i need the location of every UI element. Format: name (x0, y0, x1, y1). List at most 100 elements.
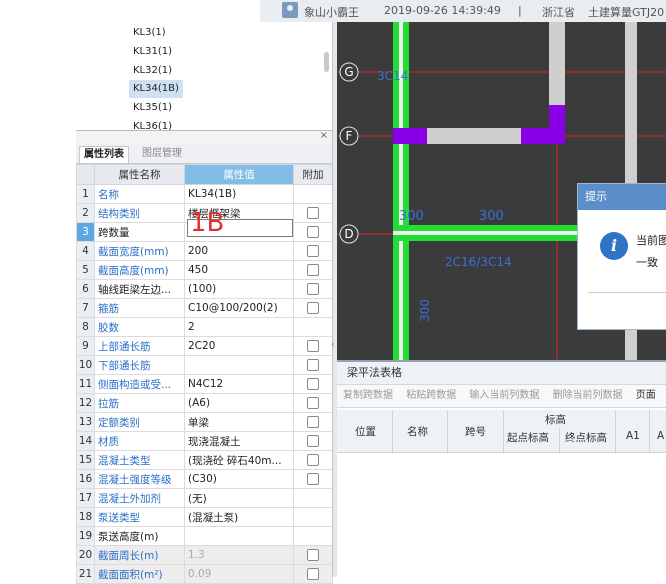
property-row[interactable]: 14 材质 现浇混凝土 (76, 431, 333, 451)
axis-label-d: D (344, 227, 353, 241)
property-name: 混凝土强度等级 (94, 469, 185, 489)
tab-property-list[interactable]: 属性列表 (79, 146, 129, 163)
row-number: 8 (76, 317, 95, 337)
axis-label-f: F (346, 129, 353, 143)
extra-checkbox[interactable] (307, 473, 319, 485)
row-number: 10 (76, 355, 95, 375)
extra-checkbox[interactable] (307, 245, 319, 257)
column-header-name: 属性名称 (94, 164, 185, 185)
property-value[interactable]: (混凝土泵) (184, 507, 294, 527)
property-row[interactable]: 11 侧面构造或受... N4C12 (76, 374, 333, 394)
tree-scrollbar[interactable] (324, 52, 329, 72)
property-value[interactable] (184, 355, 294, 375)
property-value[interactable]: KL34(1B) (184, 184, 294, 204)
property-value[interactable]: (C30) (184, 469, 294, 489)
property-extra-cell (293, 317, 333, 337)
tree-item[interactable]: KL35(1) (129, 99, 176, 117)
tab-layer-management[interactable]: 图层管理 (138, 146, 186, 162)
property-row[interactable]: 21 截面面积(m²) 0.09 (76, 564, 333, 584)
header-position: 位置 (355, 426, 376, 438)
user-avatar-icon (282, 2, 298, 18)
extra-checkbox[interactable] (307, 454, 319, 466)
dialog-message-line1: 当前图 (636, 234, 666, 247)
dim-label: 300 (479, 209, 504, 224)
property-extra-cell (293, 450, 333, 470)
property-value[interactable]: 1.3 (184, 545, 294, 565)
property-value[interactable]: (现浇砼 碎石40m... (184, 450, 294, 470)
tree-item[interactable]: KL32(1) (129, 62, 176, 80)
property-value[interactable]: N4C12 (184, 374, 294, 394)
tree-item[interactable]: KL36(1) (129, 118, 176, 130)
extra-checkbox[interactable] (307, 568, 319, 580)
property-row[interactable]: 19 泵送高度(m) (76, 526, 333, 546)
property-value[interactable]: 2 (184, 317, 294, 337)
property-value[interactable]: 现浇混凝土 (184, 431, 294, 451)
property-extra-cell (293, 507, 333, 527)
property-row[interactable]: 7 箍筋 C10@100/200(2) (76, 298, 333, 318)
extra-checkbox[interactable] (307, 397, 319, 409)
property-row[interactable]: 13 定额类别 单梁 (76, 412, 333, 432)
property-value[interactable]: (无) (184, 488, 294, 508)
timestamp: 2019-09-26 14:39:49 (384, 4, 501, 17)
extra-checkbox[interactable] (307, 378, 319, 390)
tree-item[interactable]: KL31(1) (129, 43, 176, 61)
beam-table-header: 位置 名称 跨号 标高 起点标高 终点标高 A1 A (337, 410, 666, 453)
property-row[interactable]: 16 混凝土强度等级 (C30) (76, 469, 333, 489)
row-number: 4 (76, 241, 95, 261)
property-row[interactable]: 4 截面宽度(mm) 200 (76, 241, 333, 261)
property-value[interactable]: C10@100/200(2) (184, 298, 294, 318)
extra-checkbox[interactable] (307, 359, 319, 371)
property-value[interactable]: (A6) (184, 393, 294, 413)
delete-column-button[interactable]: 删除当前列数据 (553, 385, 623, 407)
row-number: 17 (76, 488, 95, 508)
extra-checkbox[interactable] (307, 549, 319, 561)
row-number: 20 (76, 545, 95, 565)
property-name: 跨数量 (94, 222, 185, 242)
collapse-arrow-icon[interactable]: ‹ (331, 340, 335, 350)
property-row[interactable]: 10 下部通长筋 (76, 355, 333, 375)
property-value[interactable]: 450 (184, 260, 294, 280)
property-row[interactable]: 8 胶数 2 (76, 317, 333, 337)
copy-span-button[interactable]: 复制跨数据 (343, 385, 393, 407)
paste-span-button[interactable]: 粘贴跨数据 (406, 385, 456, 407)
extra-checkbox[interactable] (307, 416, 319, 428)
tree-item[interactable]: KL3(1) (129, 24, 170, 42)
extra-checkbox[interactable] (307, 226, 319, 238)
property-value[interactable]: 2C20 (184, 336, 294, 356)
property-row[interactable]: 18 泵送类型 (混凝土泵) (76, 507, 333, 527)
extra-checkbox[interactable] (307, 283, 319, 295)
column-header-value: 属性值 (184, 164, 294, 185)
row-number: 2 (76, 203, 95, 223)
extra-checkbox[interactable] (307, 302, 319, 314)
property-extra-cell (293, 469, 333, 489)
property-extra-cell (293, 222, 333, 242)
property-row[interactable]: 15 混凝土类型 (现浇砼 碎石40m... (76, 450, 333, 470)
row-number: 6 (76, 279, 95, 299)
close-icon[interactable]: × (320, 130, 328, 141)
property-value[interactable]: (100) (184, 279, 294, 299)
extra-checkbox[interactable] (307, 264, 319, 276)
property-row[interactable]: 6 轴线距梁左边... (100) (76, 279, 333, 299)
tree-item-selected[interactable]: KL34(1B) (129, 80, 183, 98)
property-row[interactable]: 17 混凝土外加剂 (无) (76, 488, 333, 508)
property-row[interactable]: 5 截面高度(mm) 450 (76, 260, 333, 280)
component-tree[interactable]: KL3(1) KL31(1) KL32(1) KL34(1B) KL35(1) … (76, 22, 333, 130)
property-name: 拉筋 (94, 393, 185, 413)
property-row[interactable]: 20 截面周长(m) 1.3 (76, 545, 333, 565)
property-value[interactable]: 单梁 (184, 412, 294, 432)
property-row[interactable]: 9 上部通长筋 2C20 (76, 336, 333, 356)
property-row[interactable]: 1 名称 KL34(1B) (76, 184, 333, 204)
prompt-dialog[interactable]: 提示 i 当前图 一致 (577, 183, 666, 330)
input-column-button[interactable]: 输入当前列数据 (469, 385, 539, 407)
property-name: 定额类别 (94, 412, 185, 432)
extra-checkbox[interactable] (307, 435, 319, 447)
extra-checkbox[interactable] (307, 340, 319, 352)
property-value[interactable] (184, 526, 294, 546)
region: 浙江省 (542, 6, 575, 19)
row-number: 1 (76, 184, 95, 204)
property-value[interactable]: 0.09 (184, 564, 294, 584)
property-value[interactable]: 200 (184, 241, 294, 261)
page-button[interactable]: 页面 (636, 385, 656, 407)
extra-checkbox[interactable] (307, 207, 319, 219)
property-row[interactable]: 12 拉筋 (A6) (76, 393, 333, 413)
